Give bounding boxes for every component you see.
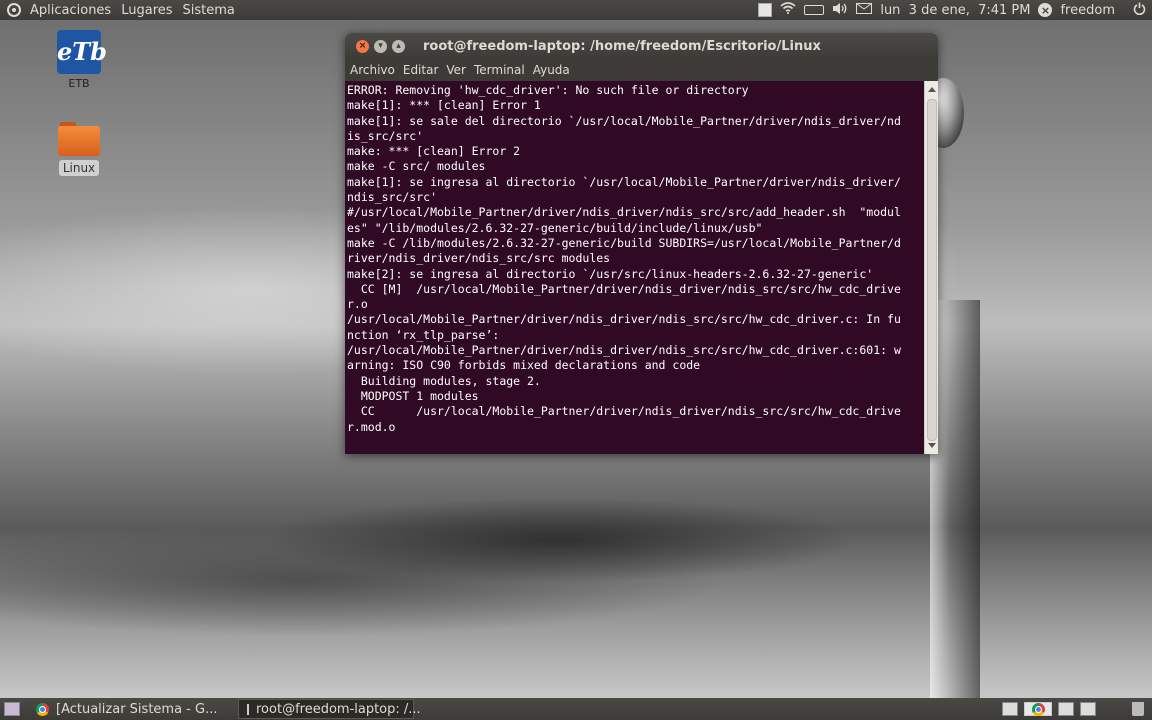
workspace-1[interactable]	[1002, 702, 1018, 716]
terminal-window[interactable]: × ▾ ▴ root@freedom-laptop: /home/freedom…	[345, 33, 938, 454]
menu-ver[interactable]: Ver	[442, 63, 470, 77]
folder-icon	[58, 122, 100, 156]
terminal-line: ndis_src/src'	[347, 190, 438, 205]
terminal-line: make[2]: se ingresa al directorio `/usr/…	[347, 266, 874, 281]
terminal-line: make -C /lib/modules/2.6.32-27-generic/b…	[347, 235, 901, 250]
workspace-2[interactable]	[1024, 702, 1052, 716]
etb-logo-icon: eTb	[57, 30, 107, 74]
terminal-line: CC /usr/local/Mobile_Partner/driver/ndis…	[347, 404, 901, 419]
terminal-output[interactable]: ERROR: Removing 'hw_cdc_driver': No such…	[345, 81, 924, 454]
terminal-line: arning: ISO C90 forbids mixed declaratio…	[347, 358, 701, 373]
show-desktop-icon[interactable]	[4, 702, 20, 716]
taskbar-item-label: root@freedom-laptop: /...	[256, 701, 421, 717]
terminal-line: make[1]: se sale del directorio `/usr/lo…	[347, 113, 901, 128]
terminal-line: MODPOST 1 modules	[347, 388, 479, 403]
taskbar-item-label: [Actualizar Sistema - G...	[56, 701, 218, 717]
bottom-panel: [Actualizar Sistema - G... root@freedom-…	[0, 698, 1152, 720]
terminal-line: r.mod.o	[347, 419, 396, 434]
terminal-line: #/usr/local/Mobile_Partner/driver/ndis_d…	[347, 205, 901, 220]
power-icon[interactable]	[1133, 2, 1146, 19]
terminal-line: /usr/local/Mobile_Partner/driver/ndis_dr…	[347, 312, 901, 327]
wifi-icon[interactable]	[780, 2, 796, 18]
ubuntu-logo-icon[interactable]	[7, 3, 21, 17]
close-button[interactable]: ×	[356, 39, 369, 53]
desktop-icon-label: Linux	[58, 160, 100, 176]
chrome-icon	[36, 702, 49, 716]
terminal-line: river/ndis_driver/ndis_src/src modules	[347, 251, 611, 266]
terminal-line: /usr/local/Mobile_Partner/driver/ndis_dr…	[347, 343, 901, 358]
terminal-line: nction ‘rx_tlp_parse’:	[347, 327, 500, 342]
scroll-down-arrow-icon[interactable]	[928, 443, 936, 448]
top-panel: Aplicaciones Lugares Sistema lun 3 de en…	[0, 0, 1152, 20]
terminal-line: es" "/lib/modules/2.6.32-27-generic/buil…	[347, 220, 763, 235]
trash-icon[interactable]	[1132, 702, 1144, 716]
volume-icon[interactable]	[832, 2, 848, 19]
terminal-line: CC [M] /usr/local/Mobile_Partner/driver/…	[347, 281, 901, 296]
workspace-4[interactable]	[1080, 702, 1096, 716]
maximize-button[interactable]: ▴	[392, 39, 405, 53]
notification-area-icon[interactable]	[758, 3, 773, 17]
terminal-line: is_src/src'	[347, 128, 424, 143]
user-status-icon[interactable]: ×	[1038, 3, 1053, 17]
window-titlebar[interactable]: × ▾ ▴ root@freedom-laptop: /home/freedom…	[345, 33, 938, 59]
mail-icon[interactable]	[856, 2, 873, 18]
battery-icon[interactable]	[804, 5, 825, 15]
terminal-line: Building modules, stage 2.	[347, 373, 541, 388]
chrome-icon	[1031, 703, 1045, 716]
scrollbar-thumb[interactable]	[927, 99, 937, 441]
terminal-line: make -C src/ modules	[347, 159, 486, 174]
menu-editar[interactable]: Editar	[399, 63, 443, 77]
terminal-line: r.o	[347, 297, 368, 312]
taskbar-item-terminal[interactable]: root@freedom-laptop: /...	[238, 699, 421, 719]
terminal-line: ERROR: Removing 'hw_cdc_driver': No such…	[347, 83, 749, 97]
desktop-icon-label: ETB	[68, 77, 90, 90]
system-tray: lun 3 de ene, 7:41 PM × freedom	[758, 2, 1152, 19]
terminal-menubar: Archivo Editar Ver Terminal Ayuda	[345, 59, 938, 81]
minimize-button[interactable]: ▾	[374, 39, 387, 53]
menu-ayuda[interactable]: Ayuda	[529, 63, 574, 77]
desktop-icon-etb[interactable]: eTb ETB	[39, 30, 119, 90]
desktop-icon-linux-folder[interactable]: Linux	[39, 122, 119, 176]
menu-terminal[interactable]: Terminal	[470, 63, 529, 77]
menu-archivo[interactable]: Archivo	[346, 63, 399, 77]
window-title: root@freedom-laptop: /home/freedom/Escri…	[423, 38, 821, 54]
taskbar-item-update-system[interactable]: [Actualizar Sistema - G...	[28, 699, 238, 719]
menu-aplicaciones[interactable]: Aplicaciones	[25, 3, 116, 18]
terminal-line: make: *** [clean] Error 2	[347, 144, 521, 159]
menu-sistema[interactable]: Sistema	[178, 3, 240, 18]
menu-lugares[interactable]: Lugares	[116, 3, 177, 18]
terminal-line: make[1]: se ingresa al directorio `/usr/…	[347, 174, 901, 189]
workspace-3[interactable]	[1058, 702, 1074, 716]
terminal-line: make[1]: *** [clean] Error 1	[347, 98, 541, 113]
terminal-icon	[247, 703, 249, 715]
scroll-up-arrow-icon[interactable]	[928, 87, 936, 92]
terminal-scrollbar[interactable]	[924, 81, 938, 454]
user-name[interactable]: freedom	[1060, 3, 1115, 18]
clock[interactable]: lun 3 de ene, 7:41 PM	[880, 3, 1030, 18]
